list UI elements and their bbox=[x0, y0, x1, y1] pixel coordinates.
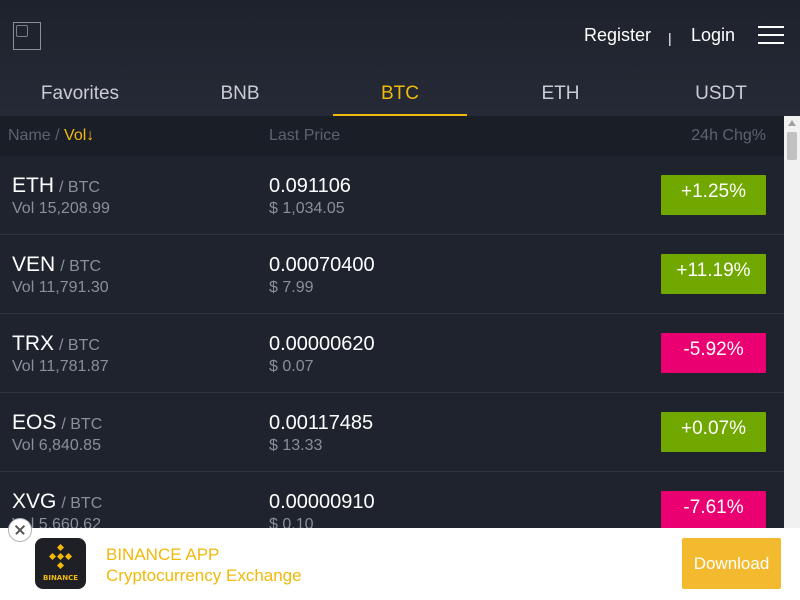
volume-text: Vol 11,781.87 bbox=[12, 358, 109, 375]
pair-name: VEN / BTC bbox=[12, 253, 101, 277]
base-asset: XVG bbox=[12, 490, 57, 513]
quote-asset: / BTC bbox=[59, 337, 100, 354]
binance-logo-icon: BINANCE bbox=[35, 538, 86, 589]
hamburger-menu-icon[interactable] bbox=[758, 26, 784, 44]
change-header[interactable]: 24h Chg% bbox=[691, 127, 766, 145]
usd-price: $ 13.33 bbox=[269, 437, 323, 454]
nav-separator: | bbox=[668, 30, 672, 46]
last-price: 0.00000620 bbox=[269, 333, 375, 355]
vol-header-label[interactable]: Vol bbox=[64, 127, 86, 144]
change-badge: +0.07% bbox=[661, 412, 766, 452]
quote-asset: / BTC bbox=[61, 495, 103, 512]
last-price-header[interactable]: Last Price bbox=[269, 127, 340, 145]
change-badge: -7.61% bbox=[661, 491, 766, 531]
market-list: ETH / BTC Vol 15,208.99 0.091106 $ 1,034.05 +… bbox=[0, 156, 784, 551]
sort-name-header[interactable]: Name / Vol↓ bbox=[8, 127, 94, 145]
app-download-banner: BINANCE BINANCE APP Cryptocurrency Excha… bbox=[0, 518, 800, 600]
table-row[interactable]: TRX / BTC Vol 11,781.87 0.00000620 $ 0.07 -5.… bbox=[0, 314, 784, 393]
change-badge: -5.92% bbox=[661, 333, 766, 373]
base-asset: ETH bbox=[12, 174, 54, 197]
last-price: 0.091106 bbox=[269, 175, 351, 197]
register-link[interactable]: Register bbox=[584, 24, 651, 46]
scroll-thumb[interactable] bbox=[787, 132, 797, 160]
base-asset: TRX bbox=[12, 332, 54, 355]
pair-name: TRX / BTC bbox=[12, 332, 100, 356]
name-header-label: Name / bbox=[8, 127, 60, 144]
broken-image-icon[interactable] bbox=[13, 22, 41, 50]
scrollbar[interactable] bbox=[784, 116, 800, 528]
pair-name: EOS / BTC bbox=[12, 411, 102, 435]
binance-diamond-icon bbox=[48, 544, 73, 569]
last-price: 0.00117485 bbox=[269, 412, 374, 434]
tab-btc[interactable]: BTC bbox=[333, 70, 467, 116]
quote-asset: / BTC bbox=[61, 416, 103, 433]
app-icon-text: BINANCE bbox=[43, 574, 78, 582]
base-asset: EOS bbox=[12, 411, 57, 434]
table-row[interactable]: ETH / BTC Vol 15,208.99 0.091106 $ 1,034.05 +… bbox=[0, 156, 784, 235]
tab-usdt[interactable]: USDT bbox=[654, 70, 788, 116]
sort-down-arrow-icon: ↓ bbox=[86, 127, 95, 144]
table-row[interactable]: VEN / BTC Vol 11,791.30 0.00070400 $ 7.99 +11… bbox=[0, 235, 784, 314]
banner-title: BINANCE APP bbox=[106, 545, 220, 564]
change-badge: +1.25% bbox=[661, 175, 766, 215]
column-header: Name / Vol↓ Last Price 24h Chg% bbox=[0, 116, 784, 156]
volume-text: Vol 15,208.99 bbox=[12, 200, 110, 217]
close-icon[interactable] bbox=[8, 518, 32, 542]
download-button[interactable]: Download bbox=[682, 538, 781, 589]
usd-price: $ 1,034.05 bbox=[269, 200, 345, 217]
scroll-up-arrow-icon[interactable] bbox=[788, 120, 796, 126]
tab-eth[interactable]: ETH bbox=[493, 70, 628, 116]
usd-price: $ 0.07 bbox=[269, 358, 314, 375]
market-tabs: Favorites BNB BTC ETH USDT bbox=[0, 70, 800, 116]
tab-bnb[interactable]: BNB bbox=[173, 70, 307, 116]
volume-text: Vol 6,840.85 bbox=[12, 437, 101, 454]
table-row[interactable]: EOS / BTC Vol 6,840.85 0.00117485 $ 13.33 +0.… bbox=[0, 393, 784, 472]
usd-price: $ 7.99 bbox=[269, 279, 314, 296]
base-asset: VEN bbox=[12, 253, 56, 276]
pair-name: XVG / BTC bbox=[12, 490, 102, 514]
last-price: 0.00070400 bbox=[269, 254, 375, 276]
quote-asset: / BTC bbox=[60, 258, 102, 275]
volume-text: Vol 11,791.30 bbox=[12, 279, 109, 296]
login-link[interactable]: Login bbox=[691, 24, 735, 46]
last-price: 0.00000910 bbox=[269, 491, 375, 513]
app-header: Register | Login Favorites BNB BTC ETH U… bbox=[0, 0, 800, 116]
banner-subtitle: Cryptocurrency Exchange bbox=[106, 566, 302, 585]
quote-asset: / BTC bbox=[59, 179, 100, 196]
tab-favorites[interactable]: Favorites bbox=[0, 70, 160, 116]
change-badge: +11.19% bbox=[661, 254, 766, 294]
pair-name: ETH / BTC bbox=[12, 174, 100, 198]
